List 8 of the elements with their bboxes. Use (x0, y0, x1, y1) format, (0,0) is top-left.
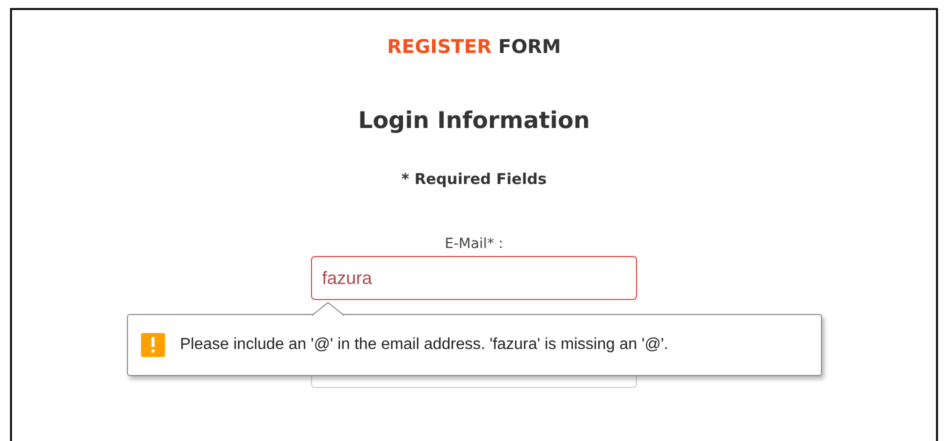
section-title: Login Information (358, 108, 590, 134)
required-note: * Required Fields (401, 170, 547, 188)
email-field[interactable]: fazura (311, 256, 637, 300)
tooltip-message: Please include an '@' in the email address. 'fazura' is missing an '@'. (180, 336, 668, 354)
form-title: FORM (498, 36, 561, 58)
field-label: E-Mail* : (444, 236, 504, 252)
warning-icon (141, 333, 165, 357)
form-title-accent: REGISTER (387, 36, 492, 58)
